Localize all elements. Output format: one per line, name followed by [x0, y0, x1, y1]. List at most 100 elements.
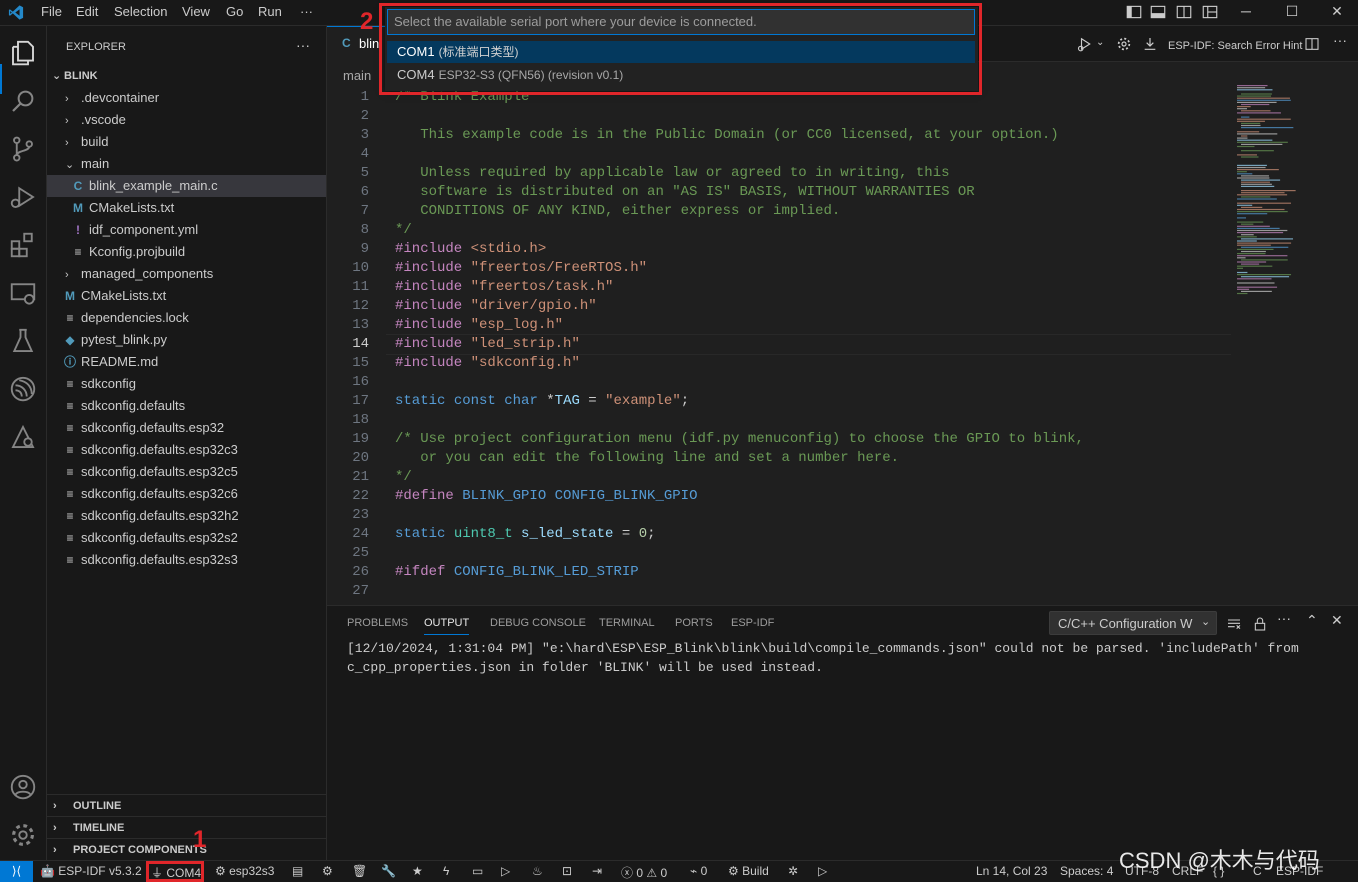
run-icon[interactable]: ▷ — [818, 864, 827, 878]
flame-icon[interactable]: ♨ — [532, 864, 543, 878]
cursor-position[interactable]: Ln 14, Col 23 — [976, 864, 1047, 878]
menu-go[interactable]: Go — [226, 4, 243, 19]
split-editor-icon[interactable] — [1304, 36, 1320, 52]
layout-customize-icon[interactable] — [1200, 3, 1220, 21]
run-debug-dropdown-icon[interactable] — [1077, 36, 1095, 52]
timeline-section[interactable]: › TIMELINE — [47, 816, 326, 839]
tree-file[interactable]: ≡ sdkconfig.defaults.esp32c3 — [47, 439, 326, 461]
tree-file[interactable]: ≡ dependencies.lock — [47, 307, 326, 329]
code-line[interactable]: Unless required by applicable law or agr… — [395, 165, 949, 181]
remote-explorer-icon[interactable] — [8, 278, 38, 308]
download-icon[interactable] — [1142, 36, 1158, 52]
ports-indicator[interactable]: ⌁ 0 — [690, 864, 707, 878]
search-icon[interactable] — [8, 86, 38, 116]
code-line[interactable]: This example code is in the Public Domai… — [395, 127, 1059, 143]
indentation[interactable]: Spaces: 4 — [1060, 864, 1113, 878]
code-line[interactable]: software is distributed on an "AS IS" BA… — [395, 184, 975, 200]
breadcrumb[interactable]: main — [343, 68, 371, 83]
tab-esp-idf[interactable]: ESP-IDF — [731, 617, 774, 629]
run-debug-icon[interactable] — [8, 182, 38, 212]
bug-icon[interactable]: ✲ — [788, 864, 798, 878]
debug-icon[interactable]: ▷ — [501, 864, 510, 878]
folder-icon[interactable]: ▤ — [292, 864, 303, 878]
esp-idf-version[interactable]: 🤖 ESP-IDF v5.3.2 — [40, 864, 142, 878]
maximize-panel-icon[interactable]: ⌃ — [1306, 612, 1318, 629]
tree-file[interactable]: ◆ pytest_blink.py — [47, 329, 326, 351]
tree-file[interactable]: ≡ sdkconfig.defaults.esp32c5 — [47, 461, 326, 483]
code-line[interactable]: CONDITIONS OF ANY KIND, either express o… — [395, 203, 840, 219]
tree-file[interactable]: ≡ sdkconfig.defaults — [47, 395, 326, 417]
tab-blink-example-main[interactable]: C blin — [327, 26, 387, 62]
menu-run[interactable]: Run — [258, 4, 282, 19]
tree-file[interactable]: M CMakeLists.txt — [47, 197, 326, 219]
tree-folder[interactable]: › .vscode — [47, 109, 326, 131]
tree-file[interactable]: ≡ sdkconfig.defaults.esp32s3 — [47, 549, 326, 571]
code-line[interactable]: */ — [395, 222, 412, 238]
minimap[interactable] — [1235, 85, 1307, 300]
close-panel-icon[interactable]: ✕ — [1331, 612, 1343, 629]
close-icon[interactable]: ✕ — [1327, 3, 1347, 21]
build-button[interactable]: ⚙ Build — [728, 864, 769, 878]
menu-file[interactable]: File — [41, 4, 62, 19]
tab-terminal[interactable]: TERMINAL — [599, 617, 655, 629]
tree-file[interactable]: Cblink_example_main.c — [47, 175, 326, 197]
manage-gear-icon[interactable] — [8, 820, 38, 850]
extensions-icon[interactable] — [8, 230, 38, 260]
tree-file[interactable]: M CMakeLists.txt — [47, 285, 326, 307]
tree-folder[interactable]: ⌄ main — [47, 153, 326, 175]
menu-view[interactable]: View — [182, 4, 210, 19]
minimize-icon[interactable]: ─ — [1236, 3, 1256, 21]
target-selector[interactable]: ⚙ esp32s3 — [215, 864, 274, 878]
code-line[interactable]: */ — [395, 469, 412, 485]
tab-problems[interactable]: PROBLEMS — [347, 617, 408, 629]
code-line[interactable]: #include "freertos/FreeRTOS.h" — [395, 260, 647, 276]
source-control-icon[interactable] — [8, 134, 38, 164]
editor-more-button[interactable]: ··· — [1333, 32, 1347, 48]
layout-panel-icon[interactable] — [1148, 3, 1168, 21]
search-error-hint-button[interactable]: ESP-IDF: Search Error Hint — [1168, 40, 1302, 52]
monitor-icon[interactable]: ▭ — [472, 864, 483, 878]
code-line[interactable]: #include "driver/gpio.h" — [395, 298, 597, 314]
menu-edit[interactable]: Edit — [76, 4, 98, 19]
code-line[interactable]: static const char *TAG = "example"; — [395, 393, 689, 409]
tree-file[interactable]: ≡ sdkconfig.defaults.esp32c6 — [47, 483, 326, 505]
clear-output-icon[interactable] — [1226, 616, 1242, 632]
code-line[interactable]: #ifdef CONFIG_BLINK_LED_STRIP — [395, 564, 639, 580]
account-icon[interactable] — [8, 772, 38, 802]
code-line[interactable]: static uint8_t s_led_state = 0; — [395, 526, 656, 542]
espressif-icon[interactable] — [8, 374, 38, 404]
star-icon[interactable]: ★ — [412, 864, 423, 878]
wrench-icon[interactable]: 🔧 — [381, 864, 396, 878]
maximize-icon[interactable]: ☐ — [1282, 3, 1302, 21]
trash-icon[interactable]: 🗑 — [352, 864, 367, 878]
lock-icon[interactable] — [1252, 616, 1268, 632]
code-line[interactable]: /* Use project configuration menu (idf.p… — [395, 431, 1084, 447]
tab-output[interactable]: OUTPUT — [424, 617, 470, 635]
gear-icon[interactable] — [1116, 36, 1132, 52]
tree-file[interactable]: ≡ Kconfig.projbuild — [47, 241, 326, 263]
tree-folder[interactable]: › managed_components — [47, 263, 326, 285]
config-gear-icon[interactable]: ⚙ — [322, 864, 333, 878]
code-line[interactable]: #include "sdkconfig.h" — [395, 355, 580, 371]
esp-idf-explorer-icon[interactable] — [8, 422, 38, 452]
panel-more-button[interactable]: ··· — [1277, 610, 1291, 626]
tree-file[interactable]: ≡ sdkconfig.defaults.esp32 — [47, 417, 326, 439]
import-icon[interactable]: ⇥ — [592, 864, 602, 878]
tree-folder[interactable]: › .devcontainer — [47, 87, 326, 109]
chevron-down-icon[interactable]: ⌄ — [1096, 37, 1104, 48]
menu-selection[interactable]: Selection — [114, 4, 167, 19]
code-line[interactable]: #include <stdio.h> — [395, 241, 546, 257]
code-line[interactable]: #include "led_strip.h" — [395, 336, 580, 352]
remote-indicator-icon[interactable]: ⟩⟨ — [0, 861, 33, 882]
testing-icon[interactable] — [8, 326, 38, 356]
code-line[interactable]: or you can edit the following line and s… — [395, 450, 899, 466]
explorer-root-folder[interactable]: ⌄ BLINK — [47, 65, 326, 87]
code-line[interactable]: #include "esp_log.h" — [395, 317, 563, 333]
layout-secondary-icon[interactable] — [1174, 3, 1194, 21]
tree-file[interactable]: ≡ sdkconfig.defaults.esp32h2 — [47, 505, 326, 527]
output-channel-select[interactable]: C/C++ Configuration W — [1049, 611, 1217, 635]
terminal-icon[interactable]: ⊡ — [562, 864, 572, 878]
outline-section[interactable]: › OUTLINE — [47, 794, 326, 817]
code-line[interactable]: #define BLINK_GPIO CONFIG_BLINK_GPIO — [395, 488, 697, 504]
flash-icon[interactable]: ϟ — [443, 864, 449, 878]
